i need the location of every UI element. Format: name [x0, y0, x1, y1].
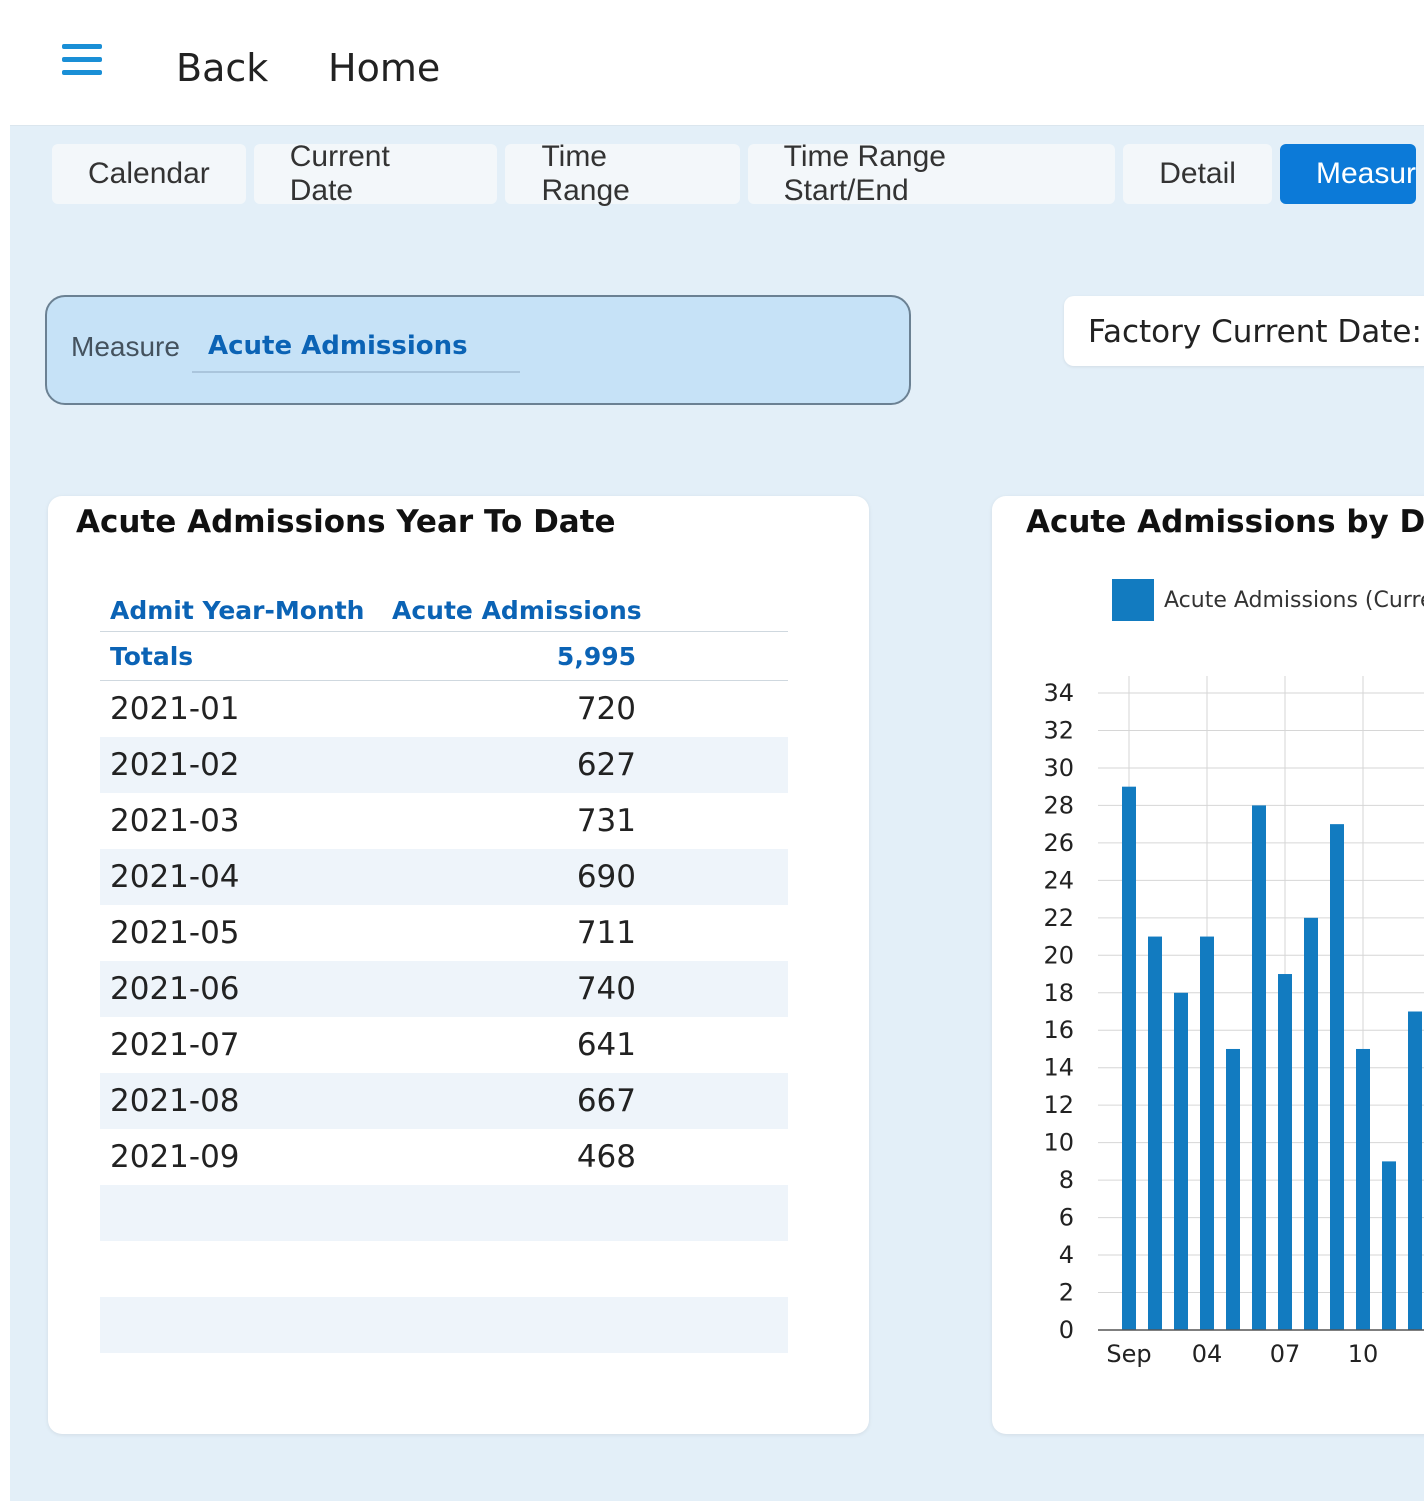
- chart-bar: [1252, 805, 1266, 1330]
- y-tick-label: 6: [1059, 1204, 1074, 1232]
- y-tick-label: 18: [1043, 979, 1074, 1007]
- chart-bar: [1278, 974, 1292, 1330]
- chart-panel: Acute Admissions by D Acute Admissions (…: [992, 496, 1424, 1434]
- y-tick-label: 28: [1043, 791, 1074, 819]
- tab-current-date[interactable]: Current Date: [253, 140, 498, 207]
- value-cell: 468: [576, 1139, 636, 1175]
- x-tick-label: 10: [1348, 1340, 1379, 1368]
- month-cell: 2021-04: [110, 859, 240, 895]
- ytd-table: Admit Year-Month Acute Admissions Totals…: [100, 574, 788, 1353]
- month-cell: 2021-08: [110, 1083, 240, 1119]
- y-tick-label: 16: [1043, 1016, 1074, 1044]
- y-tick-label: 4: [1059, 1241, 1074, 1269]
- chart-bar: [1304, 917, 1318, 1330]
- empty-table-row: [100, 1241, 788, 1297]
- table-row[interactable]: 2021-06 740: [100, 961, 788, 1017]
- factory-current-date-label: Factory Current Date:: [1088, 314, 1422, 350]
- factory-current-date-box: Factory Current Date:: [1064, 296, 1424, 366]
- month-cell: 2021-07: [110, 1027, 240, 1063]
- tab-time-range-start-end[interactable]: Time Range Start/End: [747, 140, 1116, 207]
- ytd-panel: Acute Admissions Year To Date Admit Year…: [48, 496, 869, 1434]
- table-row[interactable]: 2021-04 690: [100, 849, 788, 905]
- table-row[interactable]: 2021-01 720: [100, 681, 788, 737]
- chart-bar: [1356, 1048, 1370, 1330]
- y-tick-label: 34: [1043, 679, 1074, 707]
- value-cell: 720: [576, 691, 636, 727]
- column-header-admissions[interactable]: Acute Admissions: [392, 596, 642, 625]
- totals-value: 5,995: [556, 641, 636, 671]
- chart-bar: [1226, 1048, 1240, 1330]
- column-header-month[interactable]: Admit Year-Month: [100, 596, 392, 625]
- table-row[interactable]: 2021-05 711: [100, 905, 788, 961]
- chart-bar: [1174, 992, 1188, 1330]
- month-cell: 2021-03: [110, 803, 240, 839]
- table-row[interactable]: 2021-08 667: [100, 1073, 788, 1129]
- chart-bar: [1330, 824, 1344, 1330]
- value-cell: 641: [576, 1027, 636, 1063]
- y-tick-label: 14: [1043, 1054, 1074, 1082]
- x-tick-label: 07: [1270, 1340, 1301, 1368]
- value-cell: 731: [576, 803, 636, 839]
- month-cell: 2021-01: [110, 691, 240, 727]
- y-tick-label: 10: [1043, 1129, 1074, 1157]
- value-cell: 667: [576, 1083, 636, 1119]
- table-row[interactable]: 2021-02 627: [100, 737, 788, 793]
- chart-bar: [1408, 1011, 1422, 1330]
- y-tick-label: 2: [1059, 1279, 1074, 1307]
- home-link[interactable]: Home: [328, 46, 440, 90]
- value-cell: 740: [576, 971, 636, 1007]
- month-cell: 2021-09: [110, 1139, 240, 1175]
- measure-selector: Measure Acute Admissions: [45, 295, 911, 405]
- x-tick-label: 04: [1192, 1340, 1223, 1368]
- month-cell: 2021-06: [110, 971, 240, 1007]
- chart-bar: [1200, 936, 1214, 1330]
- tab-measure[interactable]: Measur: [1279, 144, 1416, 204]
- totals-row: Totals 5,995: [100, 632, 788, 681]
- measure-dropdown[interactable]: Acute Admissions: [192, 331, 520, 373]
- tab-bar: Calendar Current Date Time Range Time Ra…: [52, 140, 1424, 207]
- table-row[interactable]: 2021-07 641: [100, 1017, 788, 1073]
- month-cell: 2021-02: [110, 747, 240, 783]
- y-tick-label: 0: [1059, 1316, 1074, 1344]
- bar-chart: 0246810121416182022242628303234Sep 04 07 10…: [1043, 676, 1424, 1368]
- tab-detail[interactable]: Detail: [1123, 144, 1272, 204]
- main-content: Calendar Current Date Time Range Time Ra…: [10, 126, 1424, 1501]
- empty-table-row: [100, 1185, 788, 1241]
- y-tick-label: 22: [1043, 904, 1074, 932]
- value-cell: 627: [576, 747, 636, 783]
- y-tick-label: 26: [1043, 829, 1074, 857]
- tab-calendar[interactable]: Calendar: [52, 144, 246, 204]
- chart-bar: [1122, 786, 1136, 1330]
- empty-table-row: [100, 1297, 788, 1353]
- tab-time-range[interactable]: Time Range: [505, 140, 740, 207]
- value-cell: 711: [576, 915, 636, 951]
- y-tick-label: 24: [1043, 866, 1074, 894]
- y-tick-label: 8: [1059, 1166, 1074, 1194]
- x-tick-label: Sep: [1106, 1340, 1151, 1368]
- y-tick-label: 12: [1043, 1091, 1074, 1119]
- hamburger-menu-icon[interactable]: [62, 44, 106, 84]
- y-tick-label: 30: [1043, 754, 1074, 782]
- y-tick-label: 20: [1043, 941, 1074, 969]
- back-link[interactable]: Back: [176, 46, 268, 90]
- totals-label: Totals: [110, 641, 194, 671]
- table-row[interactable]: 2021-03 731: [100, 793, 788, 849]
- chart-bar: [1148, 936, 1162, 1330]
- top-bar: Back Home: [10, 10, 1424, 126]
- chart-bar: [1382, 1161, 1396, 1330]
- table-row[interactable]: 2021-09 468: [100, 1129, 788, 1185]
- value-cell: 690: [576, 859, 636, 895]
- month-cell: 2021-05: [110, 915, 240, 951]
- table-header: Admit Year-Month Acute Admissions: [100, 574, 788, 632]
- y-tick-label: 32: [1043, 716, 1074, 744]
- ytd-panel-title: Acute Admissions Year To Date: [76, 504, 616, 540]
- measure-label: Measure: [71, 331, 180, 362]
